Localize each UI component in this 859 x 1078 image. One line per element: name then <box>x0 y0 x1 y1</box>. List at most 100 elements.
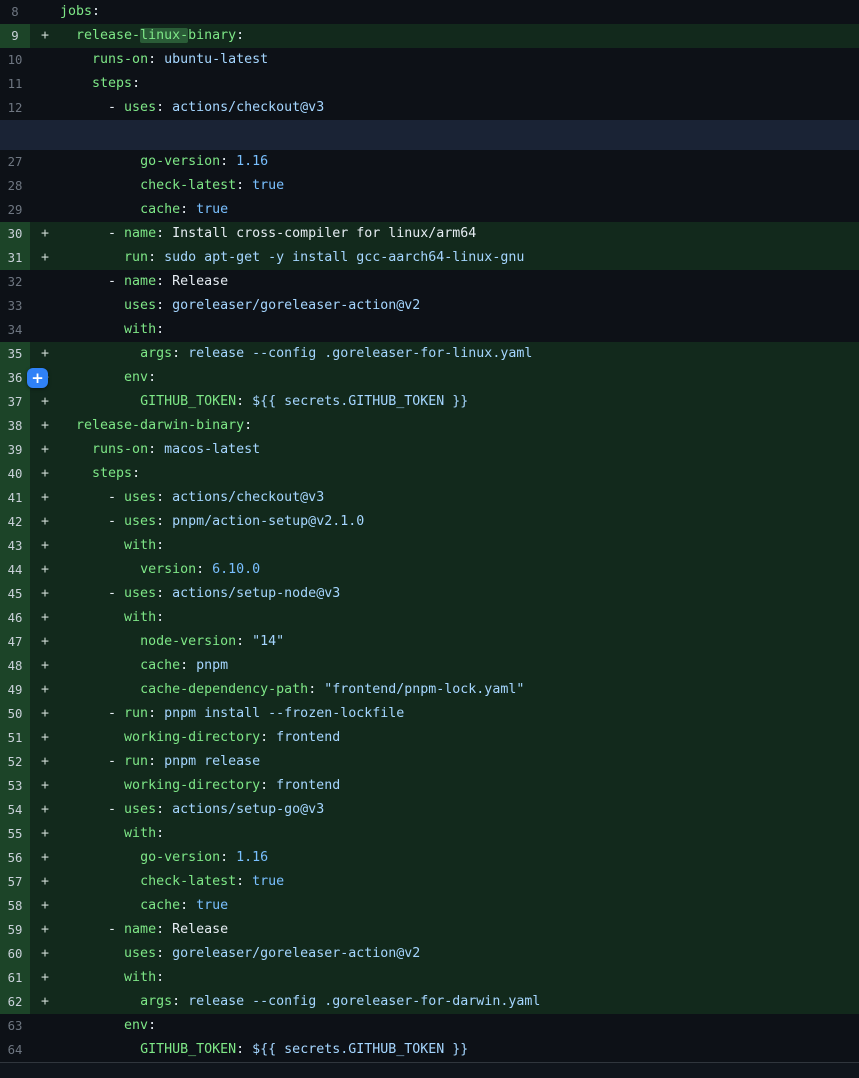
diff-line-57: 57+ check-latest: true <box>0 870 859 894</box>
diff-line-39: 39+ runs-on: macos-latest <box>0 438 859 462</box>
diff-marker: + <box>30 246 60 270</box>
line-number[interactable]: 40 <box>0 462 30 486</box>
line-number[interactable]: 53 <box>0 774 30 798</box>
line-number[interactable]: 61 <box>0 966 30 990</box>
line-number[interactable]: 52 <box>0 750 30 774</box>
line-number[interactable]: 37 <box>0 390 30 414</box>
diff-marker <box>30 96 60 120</box>
diff-line-34: 34 with: <box>0 318 859 342</box>
line-number[interactable]: 43 <box>0 534 30 558</box>
code-text: GITHUB_TOKEN: ${{ secrets.GITHUB_TOKEN }… <box>60 1038 859 1062</box>
diff-marker: + <box>30 750 60 774</box>
diff-marker <box>30 270 60 294</box>
code-text: release-linux-binary: <box>60 24 859 48</box>
diff-marker: + <box>30 558 60 582</box>
diff-line-41: 41+ - uses: actions/checkout@v3 <box>0 486 859 510</box>
line-number[interactable]: 35 <box>0 342 30 366</box>
diff-line-47: 47+ node-version: "14" <box>0 630 859 654</box>
line-number[interactable]: 46 <box>0 606 30 630</box>
diff-marker: + <box>30 630 60 654</box>
line-number[interactable]: 34 <box>0 318 30 342</box>
line-number[interactable]: 63 <box>0 1014 30 1038</box>
diff-line-38: 38+ release-darwin-binary: <box>0 414 859 438</box>
line-number[interactable]: 45 <box>0 582 30 606</box>
line-number[interactable]: 11 <box>0 72 30 96</box>
diff-line-31: 31+ run: sudo apt-get -y install gcc-aar… <box>0 246 859 270</box>
diff-line-64: 64 GITHUB_TOKEN: ${{ secrets.GITHUB_TOKE… <box>0 1038 859 1062</box>
diff-line-9: 9+ release-linux-binary: <box>0 24 859 48</box>
diff-line-62: 62+ args: release --config .goreleaser-f… <box>0 990 859 1014</box>
code-text: env: <box>60 1014 859 1038</box>
diff-marker: + <box>30 966 60 990</box>
line-number[interactable]: 39 <box>0 438 30 462</box>
diff-marker: + <box>30 510 60 534</box>
line-number[interactable]: 29 <box>0 198 30 222</box>
line-number[interactable]: 58 <box>0 894 30 918</box>
line-number[interactable]: 33 <box>0 294 30 318</box>
line-number[interactable]: 57 <box>0 870 30 894</box>
line-number[interactable]: 41 <box>0 486 30 510</box>
code-text: with: <box>60 606 859 630</box>
line-number[interactable]: 51 <box>0 726 30 750</box>
code-text: node-version: "14" <box>60 630 859 654</box>
add-comment-button[interactable]: + <box>27 368 48 388</box>
line-number[interactable]: 49 <box>0 678 30 702</box>
diff-line-53: 53+ working-directory: frontend <box>0 774 859 798</box>
line-number[interactable]: 44 <box>0 558 30 582</box>
code-text: with: <box>60 318 859 342</box>
diff-marker <box>30 318 60 342</box>
diff-line-51: 51+ working-directory: frontend <box>0 726 859 750</box>
code-text: env: <box>60 366 859 390</box>
line-number[interactable]: 28 <box>0 174 30 198</box>
line-number[interactable]: 60 <box>0 942 30 966</box>
code-text: with: <box>60 966 859 990</box>
diff-marker: + <box>30 654 60 678</box>
line-number[interactable]: 42 <box>0 510 30 534</box>
diff-marker: + <box>30 342 60 366</box>
line-number[interactable]: 59 <box>0 918 30 942</box>
diff-marker: + <box>30 486 60 510</box>
code-text: version: 6.10.0 <box>60 558 859 582</box>
line-number[interactable]: 48 <box>0 654 30 678</box>
diff-line-55: 55+ with: <box>0 822 859 846</box>
code-text: - uses: actions/checkout@v3 <box>60 96 859 120</box>
expand-hidden-lines-row[interactable] <box>0 120 859 150</box>
line-number[interactable]: 55 <box>0 822 30 846</box>
line-number[interactable]: 9 <box>0 24 30 48</box>
line-number[interactable]: 47 <box>0 630 30 654</box>
line-number[interactable]: 12 <box>0 96 30 120</box>
diff-line-43: 43+ with: <box>0 534 859 558</box>
diff-marker <box>30 48 60 72</box>
code-text: uses: goreleaser/goreleaser-action@v2 <box>60 294 859 318</box>
line-number[interactable]: 56 <box>0 846 30 870</box>
diff-bottom-border <box>0 1062 859 1078</box>
line-number[interactable]: 30 <box>0 222 30 246</box>
diff-marker: + <box>30 24 60 48</box>
diff-line-58: 58+ cache: true <box>0 894 859 918</box>
line-number[interactable]: 38 <box>0 414 30 438</box>
diff-line-60: 60+ uses: goreleaser/goreleaser-action@v… <box>0 942 859 966</box>
line-number[interactable]: 62 <box>0 990 30 1014</box>
line-number[interactable]: 32 <box>0 270 30 294</box>
line-number[interactable]: 27 <box>0 150 30 174</box>
code-text: - name: Install cross-compiler for linux… <box>60 222 859 246</box>
diff-marker: + <box>30 414 60 438</box>
line-number[interactable]: 54 <box>0 798 30 822</box>
diff-marker <box>30 294 60 318</box>
diff-marker <box>30 1014 60 1038</box>
diff-line-29: 29 cache: true <box>0 198 859 222</box>
line-number[interactable]: 31 <box>0 246 30 270</box>
diff-marker: + <box>30 222 60 246</box>
diff-line-10: 10 runs-on: ubuntu-latest <box>0 48 859 72</box>
code-text: cache: true <box>60 894 859 918</box>
line-number[interactable]: 10 <box>0 48 30 72</box>
code-text: with: <box>60 822 859 846</box>
line-number[interactable]: 50 <box>0 702 30 726</box>
code-text: - name: Release <box>60 270 859 294</box>
diff-line-27: 27 go-version: 1.16 <box>0 150 859 174</box>
diff-marker <box>30 174 60 198</box>
line-number[interactable]: 36 <box>0 366 30 390</box>
line-number[interactable]: 8 <box>0 0 30 24</box>
line-number[interactable]: 64 <box>0 1038 30 1062</box>
diff-line-42: 42+ - uses: pnpm/action-setup@v2.1.0 <box>0 510 859 534</box>
